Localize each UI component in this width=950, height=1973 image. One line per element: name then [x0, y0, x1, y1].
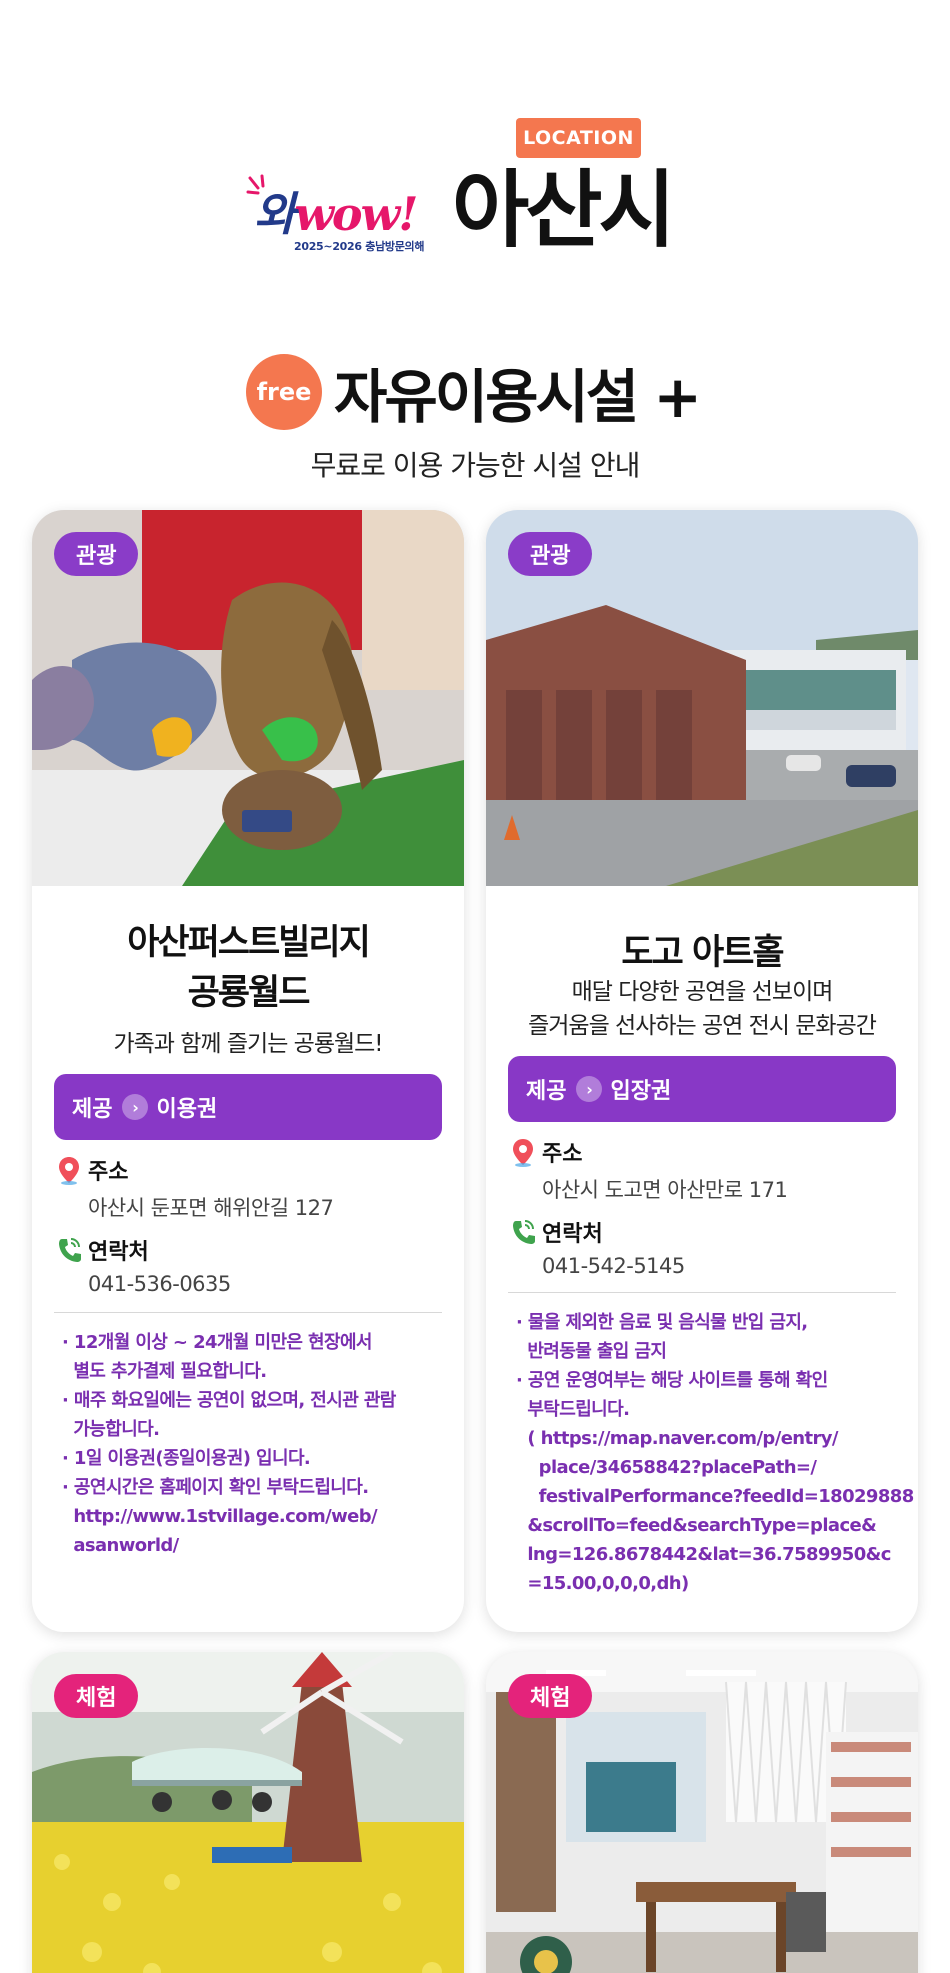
note-link[interactable]: asanworld/	[62, 1531, 447, 1560]
phone-value[interactable]: 041-542-5145	[542, 1254, 685, 1278]
section-title: 자유이용시설 +	[334, 363, 702, 431]
notes-list: · 12개월 이상 ~ 24개월 미만은 현장에서 별도 추가결제 필요합니다.…	[62, 1328, 447, 1560]
provide-value: 입장권	[610, 1079, 672, 1104]
location-pin-icon	[59, 1157, 79, 1185]
logo-word: 와wow!	[254, 178, 418, 244]
art-hall-photo: 관광	[486, 510, 918, 886]
card-description-line-2: 즐거움을 선사하는 공연 전시 문화공간	[528, 1013, 877, 1039]
card-title-line-1: 아산퍼스트빌리지	[127, 923, 371, 963]
provide-label: 제공	[72, 1097, 113, 1122]
address-heading: 주소	[510, 1136, 582, 1168]
address-value: 아산시 둔포면 해위안길 127	[88, 1196, 334, 1220]
category-tag: 관광	[54, 532, 139, 576]
workshop-room-photo: 체험	[486, 1652, 918, 1973]
note-line: 반려동물 출입 금지	[516, 1341, 667, 1362]
dinosaur-photo: 관광	[32, 510, 464, 886]
phone-value[interactable]: 041-536-0635	[88, 1272, 231, 1296]
facility-card-dinosaur-world[interactable]: 관광 아산퍼스트빌리지 공룡월드 가족과 함께 즐기는 공룡월드! 제공 › 이…	[32, 510, 464, 1632]
phone-icon	[513, 1220, 535, 1244]
note-line: · 공연시간은 홈페이지 확인 부탁드립니다.	[62, 1477, 369, 1498]
note-link[interactable]: =15.00,0,0,0,dh)	[516, 1569, 901, 1598]
notes-list: · 물을 제외한 음료 및 음식물 반입 금지, 반려동물 출입 금지 · 공연…	[516, 1308, 915, 1598]
facility-card-experience-2[interactable]: 체험	[486, 1652, 918, 1973]
provide-bar: 제공 › 이용권	[54, 1074, 442, 1140]
category-tag: 관광	[508, 532, 593, 576]
divider	[54, 1312, 442, 1313]
address-heading: 주소	[56, 1154, 128, 1186]
card-description: 가족과 함께 즐기는 공룡월드!	[113, 1031, 383, 1057]
note-line: · 공연 운영여부는 해당 사이트를 통해 확인	[516, 1370, 828, 1391]
note-line: 가능합니다.	[62, 1419, 160, 1440]
card-title-line-2: 공룡월드	[187, 973, 311, 1013]
note-line: 별도 추가결제 필요합니다.	[62, 1361, 267, 1382]
contact-label: 연락처	[542, 1222, 603, 1247]
note-line: · 매주 화요일에는 공연이 없으며, 전시관 관람	[62, 1390, 396, 1411]
address-value: 아산시 도고면 아산만로 171	[542, 1178, 788, 1202]
address-label: 주소	[542, 1142, 583, 1167]
contact-label: 연락처	[88, 1240, 149, 1265]
contact-heading: 연락처	[56, 1234, 149, 1266]
phone-icon	[59, 1238, 81, 1262]
location-pin-icon	[513, 1139, 533, 1167]
contact-heading: 연락처	[510, 1216, 603, 1248]
facility-card-dogo-art-hall[interactable]: 관광 도고 아트홀 매달 다양한 공연을 선보이며 즐거움을 선사하는 공연 전…	[486, 510, 918, 1632]
location-badge: LOCATION	[516, 118, 641, 158]
logo-subtitle: 2025~2026 충남방문의해	[294, 240, 425, 253]
category-tag: 체험	[508, 1674, 593, 1718]
facility-card-experience-1[interactable]: 체험	[32, 1652, 464, 1973]
note-link[interactable]: &scrollTo=feed&searchType=place&	[516, 1511, 901, 1540]
note-line: · 1일 이용권(종일이용권) 입니다.	[62, 1448, 311, 1469]
category-tag: 체험	[54, 1674, 139, 1718]
section-heading: free 자유이용시설 +	[246, 352, 702, 432]
note-link[interactable]: place/34658842?placePath=/	[516, 1453, 901, 1482]
page-header: LOCATION 와wow! 2025~2026 충남방문의해 아산시	[0, 0, 950, 300]
city-title: 아산시	[452, 161, 676, 259]
chevron-right-icon: ›	[122, 1094, 149, 1120]
chevron-right-icon: ›	[576, 1076, 603, 1102]
note-link[interactable]: festivalPerformance?feedId=18029888	[516, 1482, 915, 1511]
note-line: · 12개월 이상 ~ 24개월 미만은 현장에서	[62, 1332, 373, 1353]
provide-value: 이용권	[156, 1097, 218, 1122]
section-subtitle: 무료로 이용 가능한 시설 안내	[310, 449, 641, 482]
windmill-field-photo: 체험	[32, 1652, 464, 1973]
provide-bar: 제공 › 입장권	[508, 1056, 896, 1122]
note-line: · 물을 제외한 음료 및 음식물 반입 금지,	[516, 1312, 808, 1333]
note-link[interactable]: ( https://map.naver.com/p/entry/	[516, 1424, 901, 1453]
address-label: 주소	[88, 1160, 129, 1185]
wow-logo: 와wow! 2025~2026 충남방문의해	[246, 172, 434, 264]
provide-label: 제공	[526, 1079, 567, 1104]
logo-word-ko: 와	[254, 187, 296, 241]
note-line: 부탁드립니다.	[516, 1399, 630, 1420]
divider	[508, 1292, 896, 1293]
logo-word-en: wow!	[294, 187, 418, 241]
card-title: 도고 아트홀	[621, 933, 784, 973]
free-badge: free	[246, 354, 322, 430]
note-link[interactable]: http://www.1stvillage.com/web/	[62, 1502, 447, 1531]
card-description-line-1: 매달 다양한 공연을 선보이며	[571, 979, 834, 1005]
note-link[interactable]: lng=126.8678442&lat=36.7589950&c	[516, 1540, 901, 1569]
